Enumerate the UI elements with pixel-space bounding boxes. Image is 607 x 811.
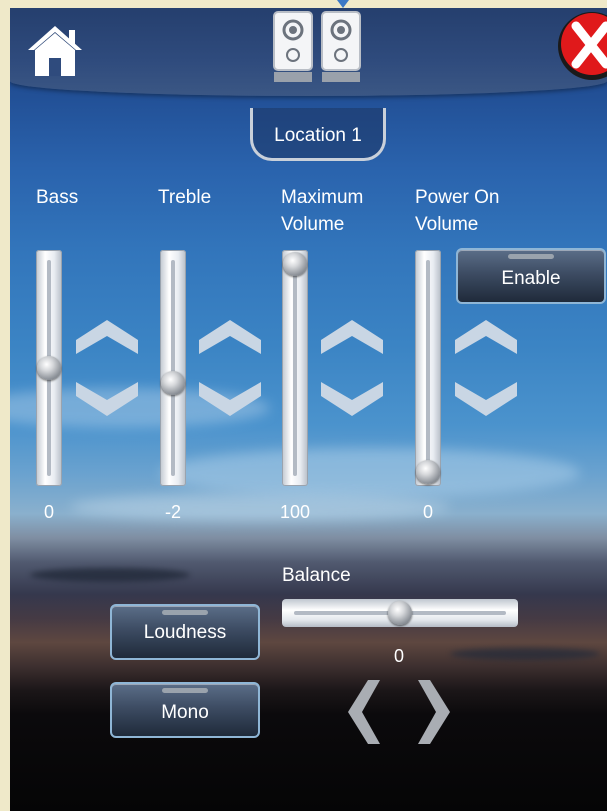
cloud-decoration [30,568,190,582]
location-tab[interactable]: Location 1 [250,108,386,161]
speakers-icon[interactable] [272,8,364,88]
audio-settings-screen: Location 1 Bass 0 Treble -2 Maximum Volu… [10,8,607,811]
button-indicator [162,688,208,693]
treble-slider[interactable] [160,250,186,486]
power-on-volume-slider-knob[interactable] [416,460,440,484]
power-on-volume-up-chevron-up-icon[interactable] [455,320,517,354]
loudness-button-label: Loudness [143,622,227,643]
enable-button-label: Enable [501,268,561,289]
enable-button[interactable]: Enable [456,248,606,304]
slider-groove [426,260,430,476]
treble-label: Treble [158,187,212,208]
slider-groove [293,260,297,476]
max-volume-down-chevron-down-icon[interactable] [321,382,383,416]
power-on-volume-down-chevron-down-icon[interactable] [455,382,517,416]
power-on-volume-value: 0 [422,502,433,522]
balance-left-chevron-left-icon[interactable] [344,680,380,744]
max-volume-up-chevron-up-icon[interactable] [321,320,383,354]
max-volume-label: Maximum Volume [281,187,364,235]
treble-up-chevron-up-icon[interactable] [199,320,261,354]
treble-down-chevron-down-icon[interactable] [199,382,261,416]
max-volume-slider-knob[interactable] [283,252,307,276]
slider-groove [171,260,175,476]
mono-button[interactable]: Mono [110,682,260,738]
balance-slider-knob[interactable] [388,601,412,625]
balance-right-chevron-right-icon[interactable] [418,680,454,744]
app-frame: Location 1 Bass 0 Treble -2 Maximum Volu… [0,0,607,811]
bass-label: Bass [36,187,79,208]
top-bar [10,8,607,96]
balance-slider[interactable] [282,599,518,627]
max-volume-slider[interactable] [282,250,308,486]
cloud-decoration [450,648,600,660]
bass-down-chevron-down-icon[interactable] [76,382,138,416]
power-on-volume-label: Power On Volume [415,187,500,235]
treble-slider-knob[interactable] [161,370,185,395]
mono-button-label: Mono [161,702,209,723]
button-indicator [508,254,554,259]
cloud-decoration [160,448,580,498]
bass-slider-knob[interactable] [37,356,61,380]
location-label: Location 1 [274,125,362,146]
bass-slider[interactable] [36,250,62,486]
treble-value: -2 [164,502,181,522]
cloud-decoration [70,493,450,521]
bass-up-chevron-up-icon[interactable] [76,320,138,354]
max-volume-value: 100 [279,502,311,522]
balance-label: Balance [282,565,351,586]
button-indicator [162,610,208,615]
balance-value: 0 [393,646,404,666]
power-on-volume-slider[interactable] [415,250,441,486]
home-icon[interactable] [24,20,86,80]
bass-value: 0 [43,502,54,522]
close-icon[interactable] [548,8,607,88]
loudness-button[interactable]: Loudness [110,604,260,660]
top-marker [337,0,349,8]
